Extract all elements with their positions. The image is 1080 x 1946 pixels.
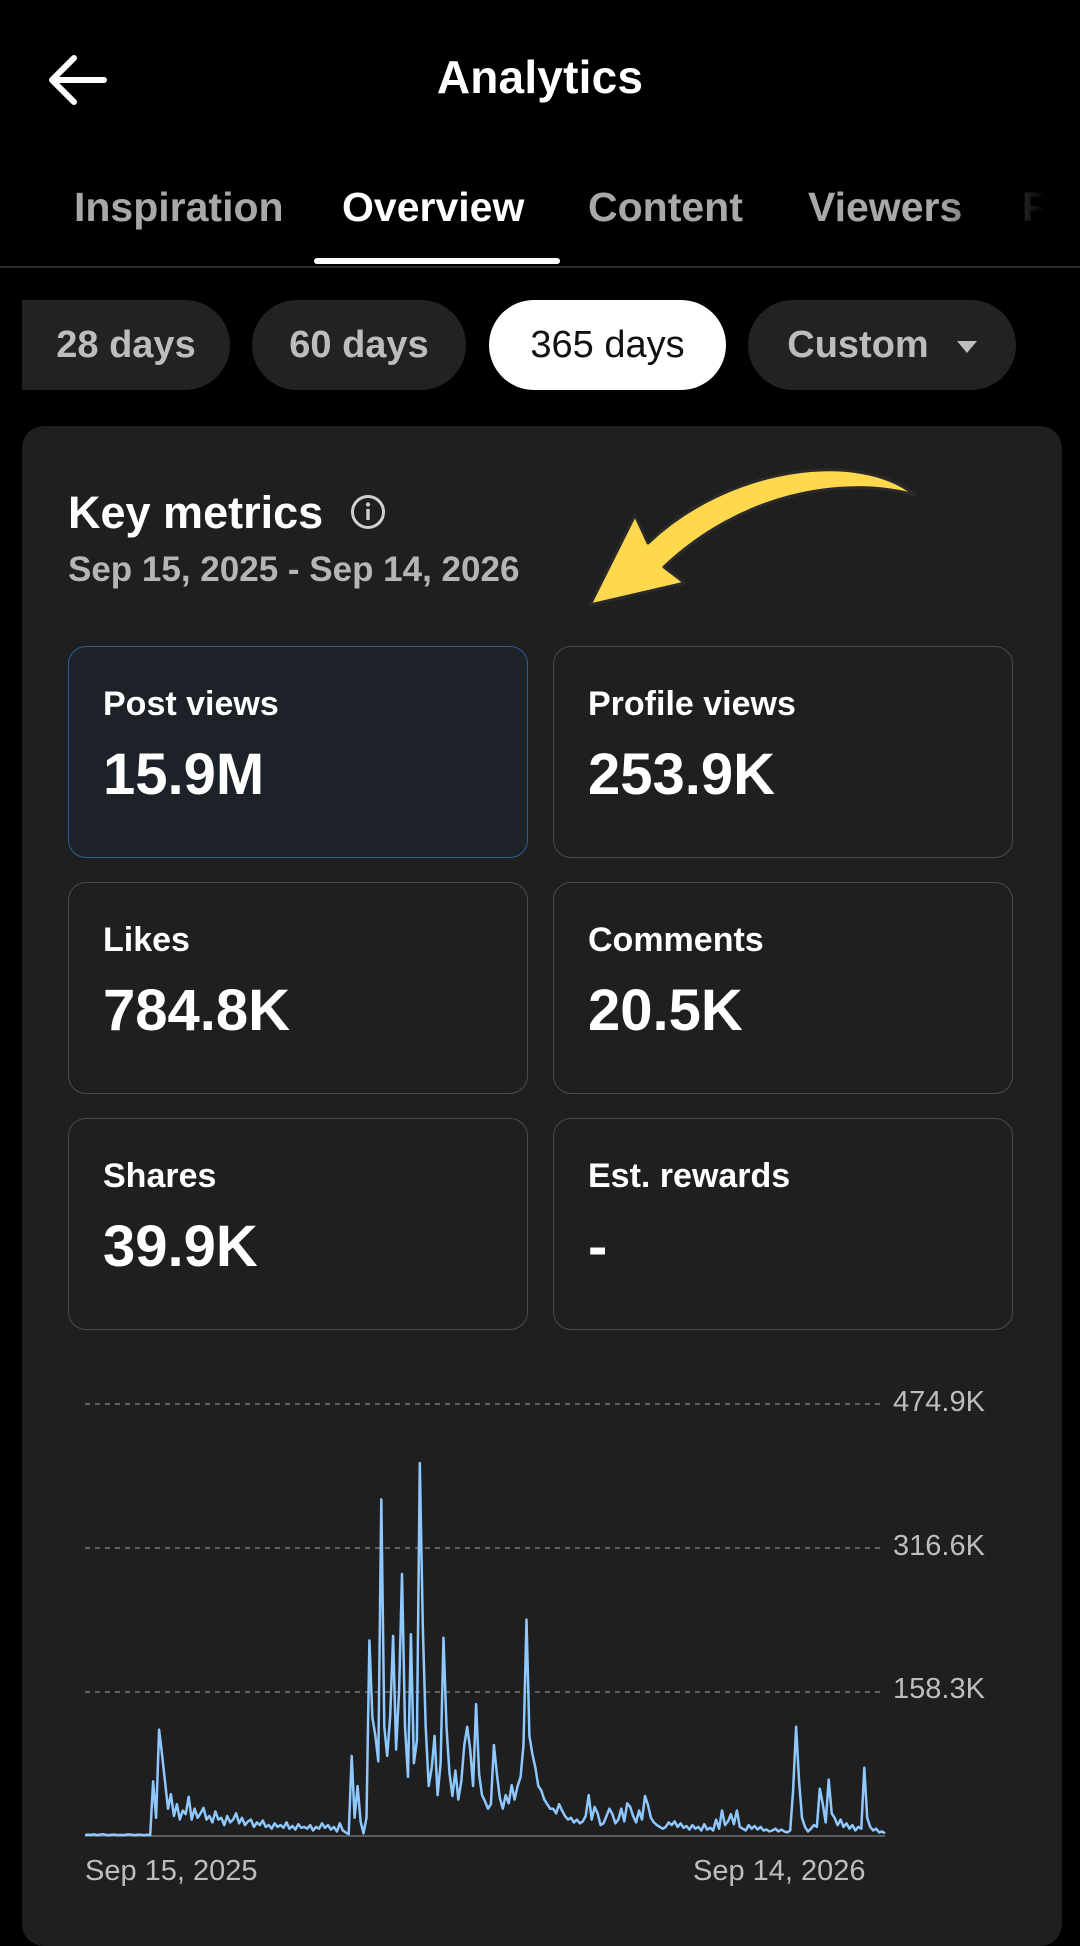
range-label: 60 days (289, 323, 429, 366)
range-365-days[interactable]: 365 days (489, 300, 726, 390)
metric-value: 784.8K (103, 978, 291, 1043)
tab-inspiration[interactable]: Inspiration (74, 184, 284, 231)
metric-label: Shares (103, 1157, 217, 1195)
metric-value: 253.9K (588, 742, 776, 807)
range-28-days[interactable]: 28 days (22, 300, 230, 390)
tab-overview[interactable]: Overview (342, 184, 524, 231)
tab-bar: Inspiration Overview Content Viewers Fol… (0, 160, 1080, 268)
tab-content[interactable]: Content (588, 184, 743, 231)
active-tab-indicator (314, 258, 560, 264)
metric-label: Est. rewards (588, 1157, 791, 1195)
metric-value: - (588, 1214, 608, 1279)
metric-profile-views[interactable]: Profile views 253.9K (553, 646, 1013, 858)
info-icon[interactable] (350, 494, 386, 530)
metric-post-views[interactable]: Post views 15.9M (68, 646, 528, 858)
metric-label: Likes (103, 921, 190, 959)
date-range: Sep 15, 2025 - Sep 14, 2026 (68, 550, 520, 589)
metric-value: 39.9K (103, 1214, 258, 1279)
range-custom-dropdown[interactable]: Custom (748, 300, 1016, 390)
top-bar: Analytics (0, 0, 1080, 160)
range-label: 28 days (56, 323, 196, 366)
range-60-days[interactable]: 60 days (252, 300, 466, 390)
metric-label: Post views (103, 685, 279, 723)
caret-down-icon (956, 341, 977, 353)
metric-value: 20.5K (588, 978, 743, 1043)
metric-comments[interactable]: Comments 20.5K (553, 882, 1013, 1094)
range-label: 365 days (530, 323, 685, 366)
metric-label: Comments (588, 921, 764, 959)
metric-likes[interactable]: Likes 784.8K (68, 882, 528, 1094)
metric-value: 15.9M (103, 742, 265, 807)
key-metrics-title: Key metrics (68, 487, 324, 538)
tab-viewers[interactable]: Viewers (808, 184, 962, 231)
metric-shares[interactable]: Shares 39.9K (68, 1118, 528, 1330)
metric-est-rewards[interactable]: Est. rewards - (553, 1118, 1013, 1330)
annotation-arrow-icon (588, 468, 917, 607)
metric-label: Profile views (588, 685, 796, 723)
page-title: Analytics (436, 51, 644, 103)
tab-followers[interactable]: Followers (1022, 184, 1080, 231)
range-label: Custom (787, 323, 929, 366)
